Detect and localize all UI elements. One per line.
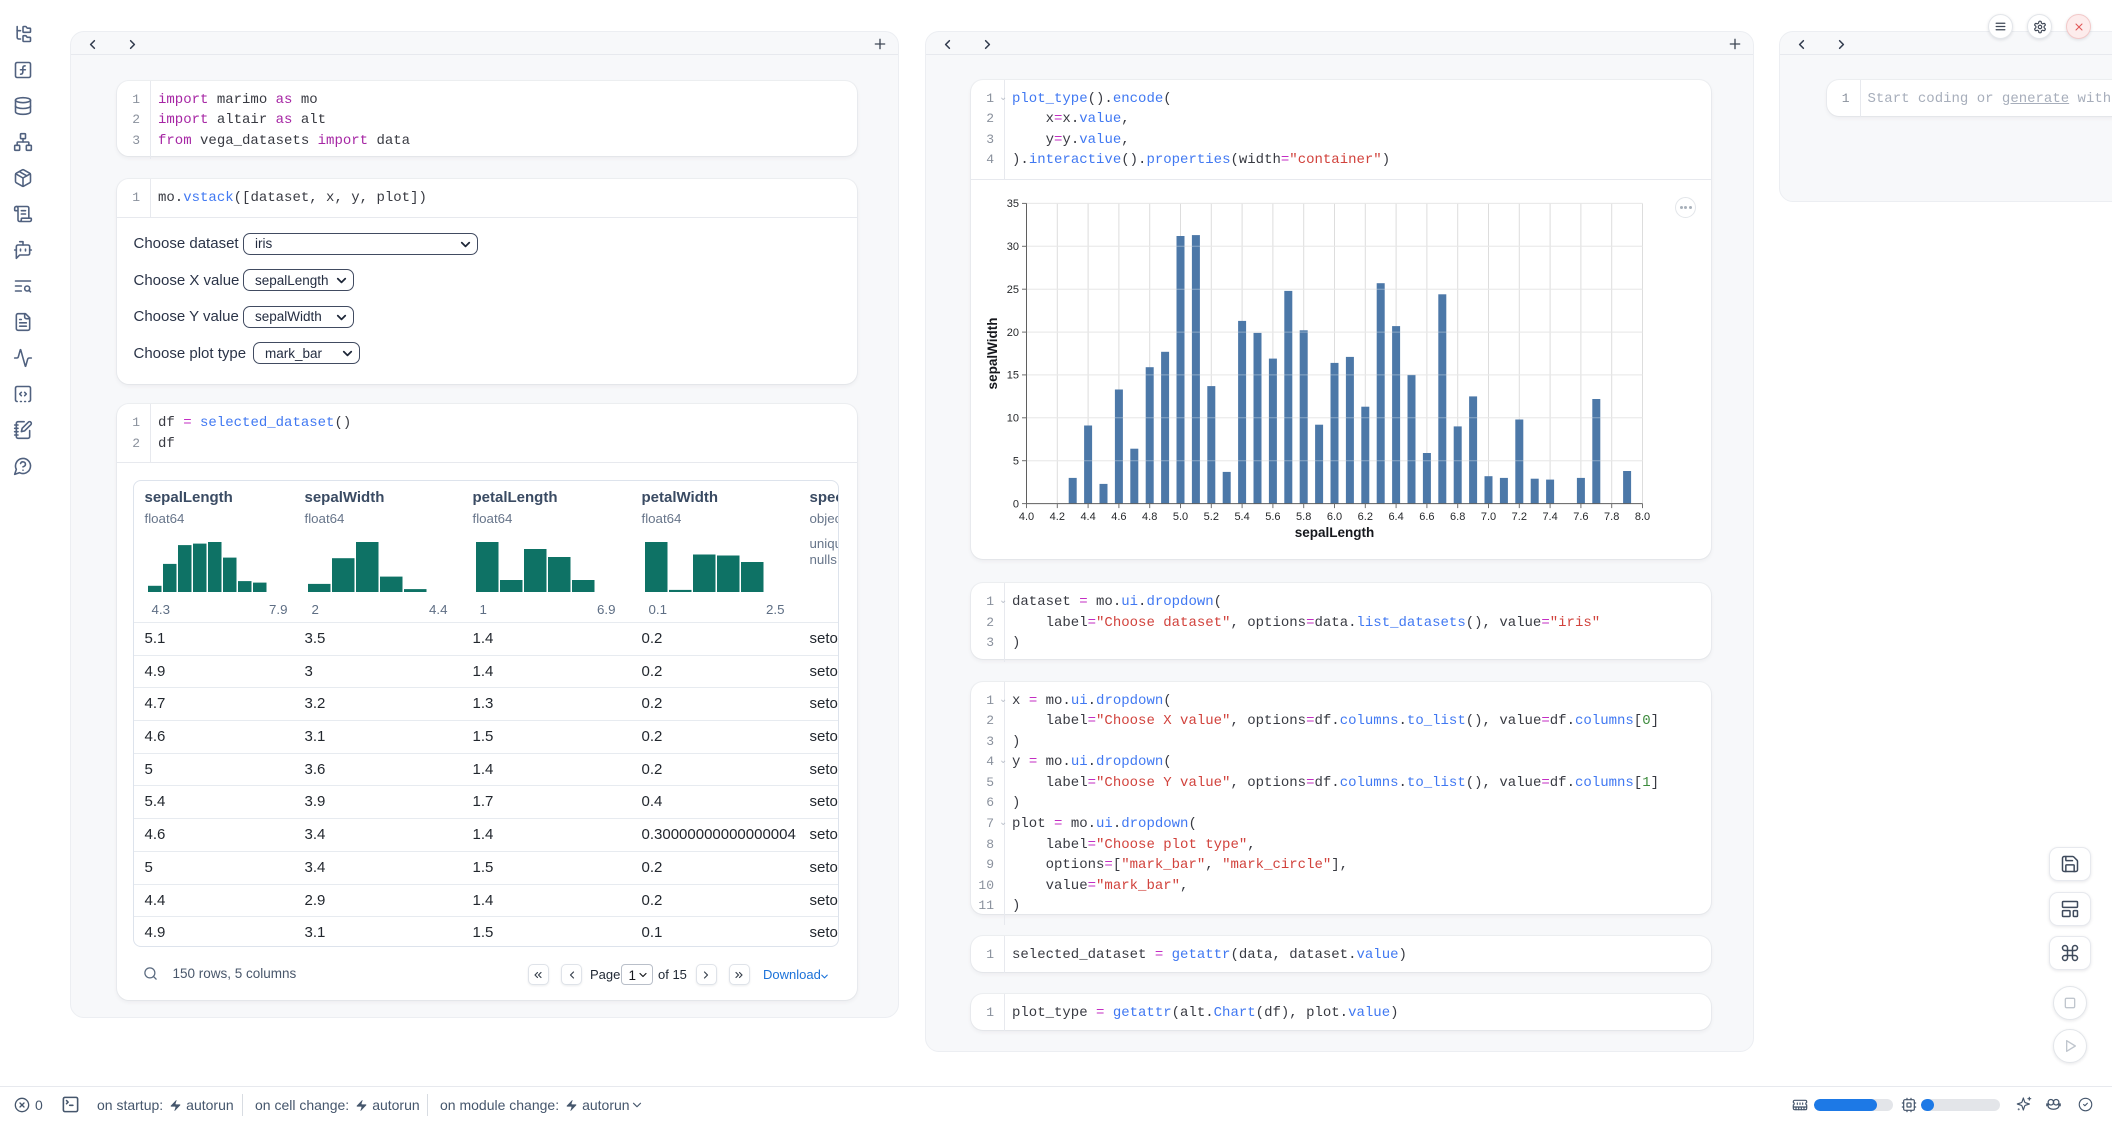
svg-text:4.6: 4.6	[1111, 511, 1126, 523]
svg-text:7.0: 7.0	[1481, 511, 1496, 523]
svg-text:5.2: 5.2	[1204, 511, 1219, 523]
svg-text:6.8: 6.8	[1450, 511, 1465, 523]
svg-text:4.2: 4.2	[1050, 511, 1065, 523]
svg-text:25: 25	[1007, 284, 1019, 296]
svg-text:5.0: 5.0	[1173, 511, 1188, 523]
svg-text:5.8: 5.8	[1296, 511, 1311, 523]
svg-text:6.4: 6.4	[1388, 511, 1403, 523]
svg-text:15: 15	[1007, 370, 1019, 382]
svg-text:6.0: 6.0	[1327, 511, 1342, 523]
svg-text:5.6: 5.6	[1265, 511, 1280, 523]
svg-text:4.8: 4.8	[1142, 511, 1157, 523]
svg-text:20: 20	[1007, 327, 1019, 339]
svg-text:8.0: 8.0	[1635, 511, 1650, 523]
svg-text:7.8: 7.8	[1604, 511, 1619, 523]
svg-text:6.6: 6.6	[1419, 511, 1434, 523]
svg-text:10: 10	[1007, 413, 1019, 425]
svg-text:0: 0	[1013, 498, 1019, 510]
svg-text:35: 35	[1007, 198, 1019, 210]
svg-text:5: 5	[1013, 455, 1019, 467]
svg-text:7.4: 7.4	[1542, 511, 1557, 523]
svg-text:6.2: 6.2	[1358, 511, 1373, 523]
svg-text:7.2: 7.2	[1512, 511, 1527, 523]
svg-text:4.0: 4.0	[1019, 511, 1034, 523]
svg-text:30: 30	[1007, 241, 1019, 253]
svg-text:7.6: 7.6	[1573, 511, 1588, 523]
svg-text:sepalWidth: sepalWidth	[985, 318, 1000, 390]
svg-text:sepalLength: sepalLength	[1295, 525, 1375, 540]
svg-text:4.4: 4.4	[1080, 511, 1095, 523]
svg-text:5.4: 5.4	[1234, 511, 1249, 523]
